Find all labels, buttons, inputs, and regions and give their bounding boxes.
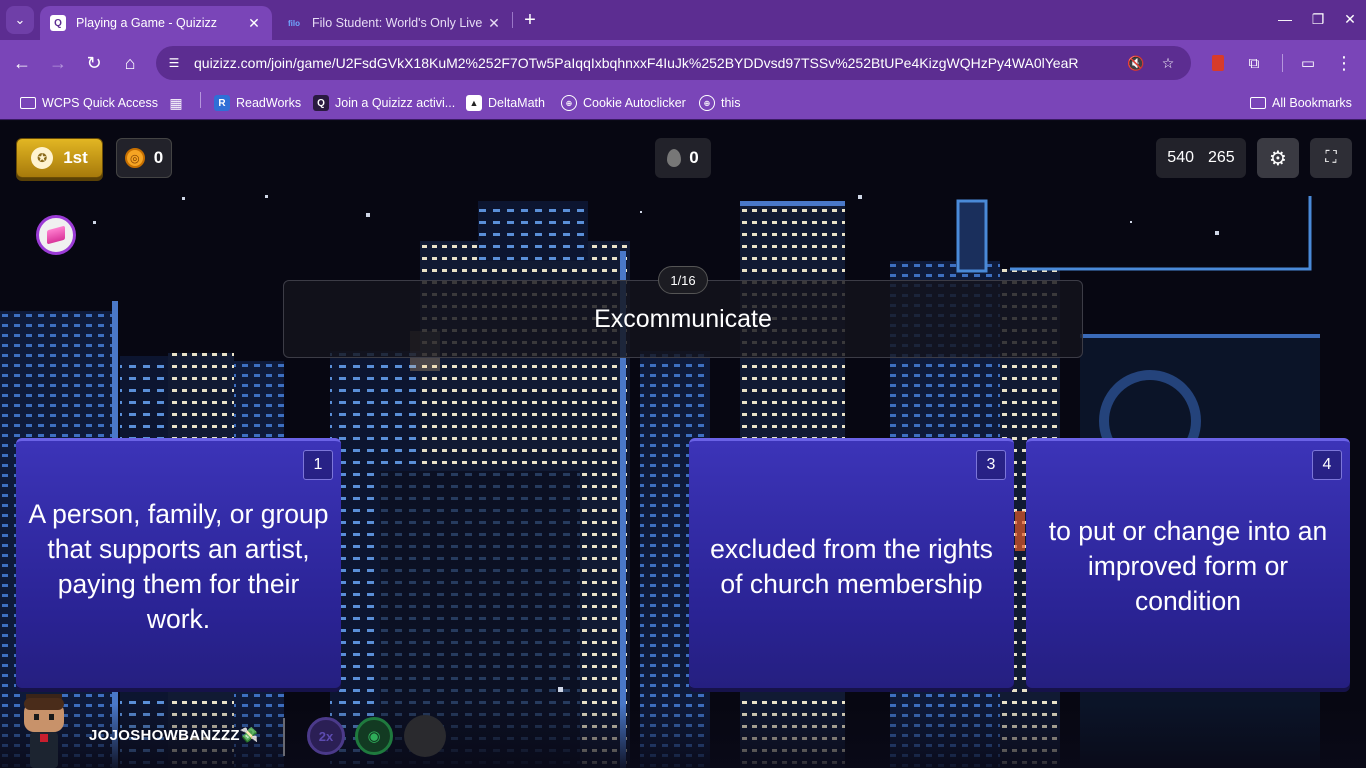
bookmark-label: Cookie Autoclicker: [583, 96, 686, 110]
option-text: to put or change into an improved form o…: [1048, 516, 1328, 616]
reload-icon[interactable]: ↻: [80, 49, 108, 77]
forward-icon[interactable]: →: [44, 49, 72, 77]
question-text: Excommunicate: [594, 304, 772, 333]
option-text: excluded from the rights of church membe…: [710, 533, 993, 599]
fullscreen-icon: ⛶: [1325, 149, 1337, 166]
deltamath-icon: ▲: [466, 95, 482, 111]
footer-divider: [283, 718, 285, 756]
owl-glyph: ◉: [367, 728, 381, 745]
question-counter: 1/16: [658, 266, 708, 294]
quizizz-game-area: ✪ 1st ◎ 0 0 540 265 ⚙ ⛶ Excommunicate 1/…: [0, 121, 1366, 768]
tab-title: Playing a Game - Quizizz: [76, 16, 218, 30]
readworks-icon: R: [214, 95, 230, 111]
option-number: 4: [1312, 450, 1342, 480]
home-icon[interactable]: ⌂: [116, 49, 144, 77]
tab-title: Filo Student: World's Only Live: [312, 16, 483, 30]
coin-counter: ◎ 0: [116, 138, 172, 178]
bookmark-label: All Bookmarks: [1272, 96, 1352, 110]
filo-favicon-icon: filo: [288, 18, 300, 28]
globe-icon: ⊕: [561, 95, 577, 111]
folder-icon: [1250, 97, 1266, 109]
more-menu-icon[interactable]: ⋮: [1330, 49, 1358, 77]
bookmark-label: this: [721, 96, 741, 110]
tab-separator: [512, 12, 513, 28]
browser-tab-strip: ⌄ Q Playing a Game - Quizizz ✕ filo Filo…: [0, 0, 1366, 40]
bookmark-star-icon[interactable]: ☆: [1158, 53, 1178, 73]
quizizz-icon: Q: [313, 95, 329, 111]
answer-option-1[interactable]: 1 A person, family, or group that suppor…: [16, 438, 341, 688]
apps-grid-icon[interactable]: ▦: [168, 92, 190, 114]
close-tab-icon[interactable]: ✕: [246, 15, 262, 32]
fullscreen-button[interactable]: ⛶: [1310, 138, 1352, 178]
bookmark-this[interactable]: ⊕ this: [699, 92, 740, 114]
bookmark-label: ReadWorks: [236, 96, 302, 110]
bookmark-label: Join a Quizizz activi...: [335, 96, 456, 110]
player-avatar: [24, 694, 64, 768]
back-icon[interactable]: ←: [8, 49, 36, 77]
cast-icon[interactable]: ▭: [1294, 49, 1322, 77]
extensions-puzzle-icon[interactable]: ⧉: [1240, 49, 1268, 77]
red-book-extension-icon[interactable]: [1204, 49, 1232, 77]
option-text: A person, family, or group that supports…: [28, 498, 329, 634]
answer-option-3[interactable]: 3 excluded from the rights of church mem…: [689, 438, 1014, 688]
streak-drop-icon: [667, 149, 682, 167]
minimize-icon[interactable]: —: [1270, 6, 1300, 32]
site-info-icon[interactable]: ☰: [164, 53, 184, 73]
option-number: 3: [976, 450, 1006, 480]
score-a: 540: [1167, 149, 1194, 166]
all-bookmarks[interactable]: All Bookmarks: [1250, 92, 1352, 114]
tab-search-button[interactable]: ⌄: [6, 6, 34, 34]
rank-text: 1st: [63, 148, 88, 167]
toolbar-divider: [1282, 54, 1283, 72]
score-b: 265: [1208, 149, 1235, 166]
powerup-badge[interactable]: [36, 215, 76, 255]
empty-slot-icon: [404, 715, 446, 757]
gear-icon: ⚙: [1269, 147, 1287, 170]
double-points-icon[interactable]: 2x: [307, 717, 345, 755]
url-text[interactable]: quizizz.com/join/game/U2FsdGVkX18KuM2%25…: [194, 55, 1079, 71]
browser-toolbar: ← → ↻ ⌂ ☰ quizizz.com/join/game/U2FsdGVk…: [0, 40, 1366, 86]
rank-badge[interactable]: ✪ 1st: [16, 138, 103, 178]
streak-count: 0: [689, 148, 699, 167]
answer-option-4[interactable]: 4 to put or change into an improved form…: [1026, 438, 1350, 688]
powerup-label: 2x: [318, 728, 334, 744]
folder-icon: [20, 97, 36, 109]
quizizz-favicon-icon: Q: [50, 15, 66, 31]
score-display: 540 265: [1156, 138, 1246, 178]
close-window-icon[interactable]: ✕: [1335, 6, 1365, 32]
player-username: JOJOSHOWBANZZZ💸: [89, 727, 259, 744]
bookmark-readworks[interactable]: R ReadWorks: [214, 92, 301, 114]
bookmark-label: WCPS Quick Access: [42, 96, 158, 110]
settings-button[interactable]: ⚙: [1257, 138, 1299, 178]
close-tab-icon[interactable]: ✕: [486, 15, 502, 32]
muted-speaker-icon[interactable]: 🔇: [1126, 53, 1146, 73]
bookmark-label: DeltaMath: [488, 96, 545, 110]
bookmark-wcps[interactable]: WCPS Quick Access: [20, 92, 158, 114]
medal-icon: ✪: [31, 147, 54, 169]
streak-counter: 0: [655, 138, 711, 178]
eraser-owl-icon[interactable]: ◉: [355, 717, 393, 755]
tab-quizizz[interactable]: Q Playing a Game - Quizizz ✕: [40, 6, 272, 40]
bookmark-deltamath[interactable]: ▲ DeltaMath: [466, 92, 545, 114]
globe-icon: ⊕: [699, 95, 715, 111]
tab-filo[interactable]: filo Filo Student: World's Only Live ✕: [276, 6, 512, 40]
bookmark-cookie-autoclicker[interactable]: ⊕ Cookie Autoclicker: [561, 92, 686, 114]
bookmark-join-quizizz[interactable]: Q Join a Quizizz activi...: [313, 92, 455, 114]
address-bar[interactable]: ☰ quizizz.com/join/game/U2FsdGVkX18KuM2%…: [156, 46, 1191, 80]
option-number: 1: [303, 450, 333, 480]
coin-icon: ◎: [124, 148, 145, 168]
new-tab-icon[interactable]: +: [518, 8, 542, 32]
bookmarks-bar: WCPS Quick Access ▦ R ReadWorks Q Join a…: [0, 86, 1366, 120]
restore-icon[interactable]: ❐: [1303, 6, 1333, 32]
bookmarks-divider: [200, 92, 201, 108]
coin-count: 0: [153, 148, 164, 167]
eraser-gem-icon: [47, 225, 65, 245]
